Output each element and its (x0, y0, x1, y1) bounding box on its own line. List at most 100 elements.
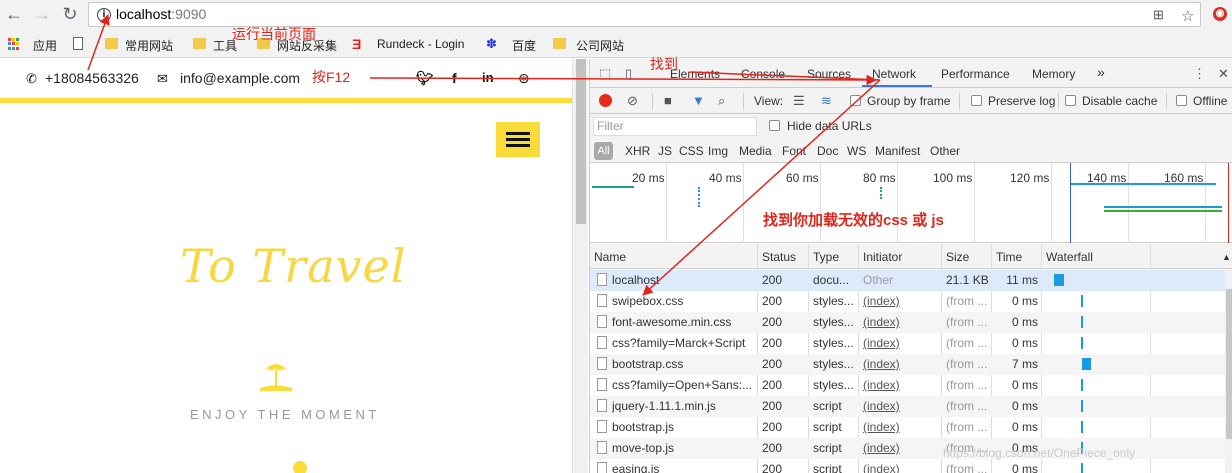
hamburger-menu-button[interactable] (496, 122, 540, 157)
clear-icon[interactable]: ⊘ (627, 93, 638, 109)
bookmark-star-icon[interactable]: ☆ (1181, 7, 1194, 25)
bookmark-baidu[interactable]: 百度 (512, 37, 536, 54)
type-filter-ws[interactable]: WS (847, 144, 866, 158)
type-filter-doc[interactable]: Doc (817, 144, 838, 158)
sort-arrow-icon[interactable]: ▲ (1222, 252, 1231, 262)
col-name[interactable]: Name (594, 250, 626, 264)
scroll-indicator-dot[interactable] (293, 461, 307, 473)
type-filter-all[interactable]: All (594, 142, 613, 160)
request-name[interactable]: swipebox.css (612, 294, 754, 308)
request-row[interactable]: css?family=Marck+Script 200 styles... (inde… (590, 333, 1225, 354)
page-scrollbar-thumb[interactable] (576, 59, 586, 224)
filter-input[interactable]: Filter (593, 117, 757, 136)
request-row[interactable]: css?family=Open+Sans:... 200 styles... (ind… (590, 375, 1225, 396)
more-tabs-icon[interactable]: » (1097, 64, 1105, 80)
request-initiator[interactable]: (index) (863, 294, 900, 308)
request-initiator[interactable]: (index) (863, 420, 900, 434)
col-type[interactable]: Type (813, 250, 839, 264)
tab-network[interactable]: Network (872, 67, 916, 81)
type-filter-other[interactable]: Other (930, 144, 960, 158)
overview-icon[interactable]: ≋ (821, 93, 832, 109)
request-initiator[interactable]: (index) (863, 441, 900, 455)
type-filter-xhr[interactable]: XHR (625, 144, 650, 158)
filter-icon[interactable]: ▼ (692, 93, 705, 108)
type-filter-img[interactable]: Img (708, 144, 728, 158)
bookmark-common-sites[interactable]: 常用网站 (125, 37, 173, 54)
col-waterfall[interactable]: Waterfall (1046, 250, 1093, 264)
kebab-menu-icon[interactable]: ⋮ (1193, 66, 1206, 82)
extension-icon[interactable]: ◉ (1213, 7, 1227, 21)
capture-screenshots-icon[interactable]: ■ (664, 93, 672, 108)
translate-icon[interactable]: ⊞ (1153, 7, 1164, 23)
request-name[interactable]: jquery-1.11.1.min.js (612, 399, 754, 413)
forward-icon[interactable]: → (32, 4, 52, 24)
request-name[interactable]: css?family=Marck+Script (612, 336, 754, 350)
bookmark-company[interactable]: 公司网站 (576, 37, 624, 54)
request-size: (from ... (946, 357, 988, 371)
linkedin-icon[interactable]: in (482, 70, 494, 85)
request-name[interactable]: font-awesome.min.css (612, 315, 754, 329)
type-filter-js[interactable]: JS (658, 144, 672, 158)
type-filter-font[interactable]: Font (782, 144, 806, 158)
disable-cache-checkbox[interactable] (1065, 95, 1076, 106)
reload-icon[interactable]: ↻ (60, 4, 80, 24)
page-icon[interactable] (73, 37, 83, 50)
close-devtools-icon[interactable]: ✕ (1218, 66, 1229, 82)
email-link[interactable]: info@example.com (180, 70, 300, 86)
tab-sources[interactable]: Sources (807, 67, 851, 81)
request-row[interactable]: bootstrap.css 200 styles... (index) (from ..… (590, 354, 1225, 375)
request-initiator[interactable]: (index) (863, 462, 900, 473)
record-button[interactable] (599, 94, 612, 107)
timeline-overview[interactable]: 20 ms 40 ms 60 ms 80 ms 100 ms 120 ms 14… (590, 163, 1232, 243)
group-by-frame-checkbox[interactable] (850, 95, 861, 106)
dribbble-icon[interactable]: ⊛ (518, 70, 530, 87)
type-filter-css[interactable]: CSS (679, 144, 704, 158)
request-name[interactable]: css?family=Open+Sans:... (612, 378, 754, 392)
request-initiator[interactable]: (index) (863, 336, 900, 350)
requests-scrollbar[interactable] (1225, 269, 1232, 473)
page-scrollbar[interactable] (572, 59, 588, 473)
request-row[interactable]: font-awesome.min.css 200 styles... (index) (… (590, 312, 1225, 333)
tab-performance[interactable]: Performance (941, 67, 1010, 81)
request-initiator[interactable]: (index) (863, 399, 900, 413)
bookmark-apps[interactable]: 应用 (33, 37, 57, 54)
back-icon[interactable]: ← (4, 4, 24, 24)
preserve-log-checkbox[interactable] (971, 95, 982, 106)
request-name[interactable]: bootstrap.js (612, 420, 754, 434)
url-port: :9090 (171, 6, 207, 22)
requests-scrollbar-thumb[interactable] (1226, 289, 1232, 439)
hide-data-urls-checkbox[interactable] (769, 120, 780, 131)
request-initiator[interactable]: (index) (863, 357, 900, 371)
request-name[interactable]: move-top.js (612, 441, 754, 455)
request-row[interactable]: bootstrap.js 200 script (index) (from ... 0 m… (590, 417, 1225, 438)
inspect-element-icon[interactable]: ⬚ (599, 66, 611, 82)
request-type: docu... (813, 273, 850, 287)
request-initiator[interactable]: (index) (863, 378, 900, 392)
type-filter-media[interactable]: Media (739, 144, 772, 158)
apps-icon[interactable] (8, 38, 20, 50)
request-row[interactable]: easing.js 200 script (index) (from ... 0 ms (590, 459, 1225, 473)
dom-content-loaded-line (1070, 163, 1071, 243)
request-row[interactable]: swipebox.css 200 styles... (index) (from ...… (590, 291, 1225, 312)
info-icon[interactable]: i (97, 8, 111, 22)
col-size[interactable]: Size (946, 250, 969, 264)
col-time[interactable]: Time (996, 250, 1022, 264)
type-filter-manifest[interactable]: Manifest (875, 144, 920, 158)
request-name[interactable]: easing.js (612, 462, 754, 473)
request-name[interactable]: bootstrap.css (612, 357, 754, 371)
search-icon[interactable]: ⌕ (718, 93, 725, 109)
facebook-icon[interactable]: f (452, 70, 457, 86)
request-initiator[interactable]: (index) (863, 315, 900, 329)
request-name[interactable]: localhost (612, 273, 754, 287)
col-status[interactable]: Status (762, 250, 796, 264)
request-row[interactable]: jquery-1.11.1.min.js 200 script (index) (fro… (590, 396, 1225, 417)
col-initiator[interactable]: Initiator (863, 250, 902, 264)
bookmark-rundeck[interactable]: Rundeck - Login (377, 37, 464, 51)
large-rows-icon[interactable]: ☰ (793, 93, 805, 109)
offline-checkbox[interactable] (1176, 95, 1187, 106)
twitter-icon[interactable]: 🐦︎ (416, 70, 434, 87)
request-row[interactable]: localhost 200 docu... Other 21.1 KB 11 ms (590, 270, 1225, 291)
tab-console[interactable]: Console (741, 67, 785, 81)
tab-memory[interactable]: Memory (1032, 67, 1075, 81)
device-toolbar-icon[interactable]: ▯ (625, 66, 632, 82)
